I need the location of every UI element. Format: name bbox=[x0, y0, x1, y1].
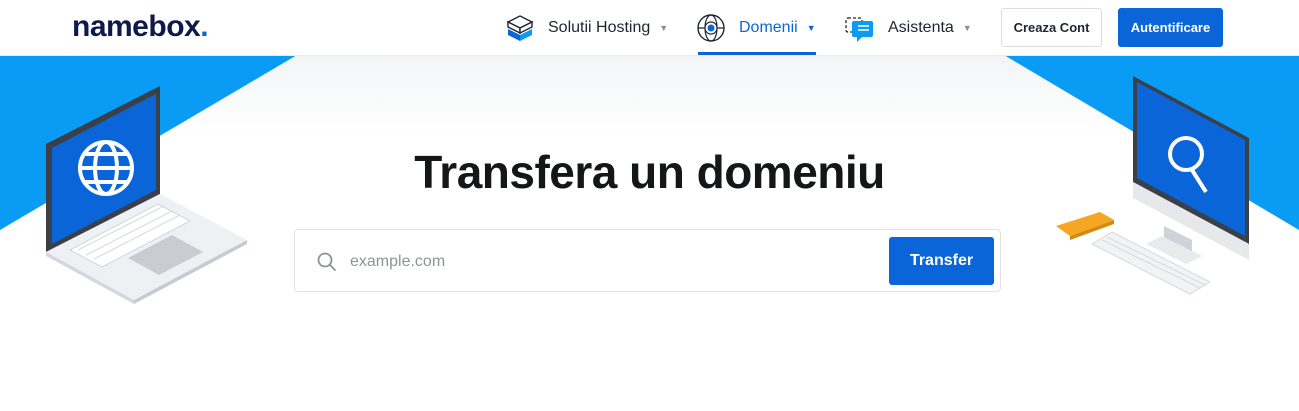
nav-domenii[interactable]: Domenii ▼ bbox=[696, 0, 816, 55]
page-title: Transfera un domeniu bbox=[414, 146, 885, 198]
domain-input[interactable] bbox=[348, 246, 872, 278]
globe-target-icon bbox=[696, 13, 726, 43]
domain-search-bar: Transfer bbox=[294, 229, 1001, 292]
login-button[interactable]: Autentificare bbox=[1118, 8, 1223, 47]
nav-label: Solutii Hosting bbox=[548, 18, 651, 36]
logo-dot: . bbox=[200, 10, 209, 43]
logo-text: namebox bbox=[72, 10, 201, 43]
chevron-down-icon: ▼ bbox=[962, 22, 972, 33]
chat-bubbles-icon bbox=[845, 13, 875, 43]
namebox-logo[interactable]: namebox. bbox=[72, 10, 209, 44]
nav-solutii-hosting[interactable]: Solutii Hosting ▼ bbox=[505, 0, 668, 55]
server-box-icon bbox=[505, 13, 535, 43]
create-account-button[interactable]: Creaza Cont bbox=[1001, 8, 1102, 47]
transfer-button[interactable]: Transfer bbox=[889, 237, 994, 285]
nav-label: Asistenta bbox=[888, 18, 954, 36]
nav-asistenta[interactable]: Asistenta ▼ bbox=[845, 0, 972, 55]
chevron-down-icon: ▼ bbox=[806, 22, 816, 33]
search-icon bbox=[317, 252, 336, 271]
nav-label: Domenii bbox=[739, 18, 798, 36]
chevron-down-icon: ▼ bbox=[659, 22, 669, 33]
top-navbar: namebox. Solutii Hosting ▼ Domenii ▼ Asi… bbox=[0, 0, 1299, 56]
